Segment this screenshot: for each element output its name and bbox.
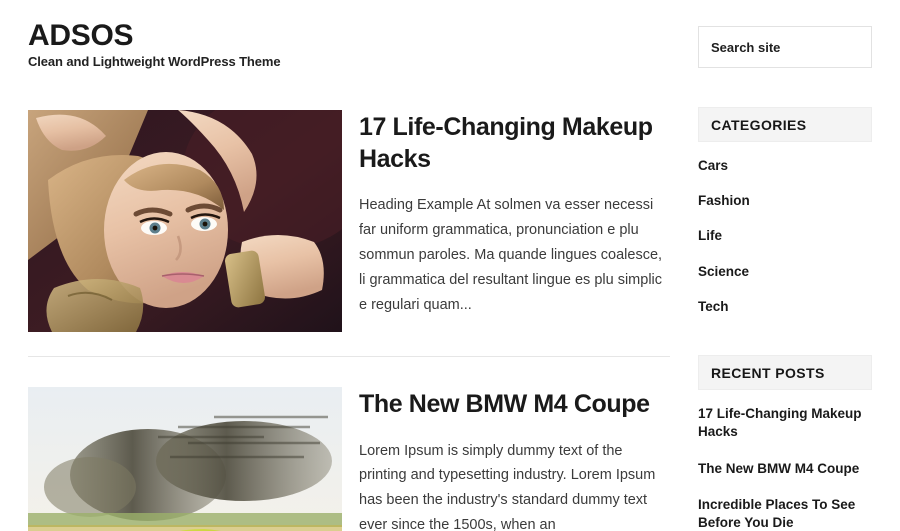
sidebar: CATEGORIES Cars Fashion Life Science Tec… bbox=[698, 26, 872, 531]
post-thumbnail-link[interactable] bbox=[28, 387, 342, 531]
recent-post-incredible-places[interactable]: Incredible Places To See Before You Die bbox=[698, 496, 872, 531]
list-item[interactable]: Tech bbox=[698, 298, 872, 316]
post-list: 17 Life-Changing Makeup Hacks Heading Ex… bbox=[28, 110, 670, 531]
post-title-link[interactable]: 17 Life-Changing Makeup Hacks bbox=[359, 113, 653, 173]
recent-posts-widget-title: RECENT POSTS bbox=[698, 355, 872, 391]
site-header: ADSOS Clean and Lightweight WordPress Th… bbox=[28, 19, 281, 70]
recent-posts-widget: RECENT POSTS 17 Life-Changing Makeup Hac… bbox=[698, 355, 872, 531]
list-item[interactable]: Science bbox=[698, 263, 872, 281]
recent-posts-list: 17 Life-Changing Makeup Hacks The New BM… bbox=[698, 405, 872, 531]
list-item[interactable]: Life bbox=[698, 227, 872, 245]
list-item[interactable]: The New BMW M4 Coupe bbox=[698, 460, 872, 478]
post-title[interactable]: The New BMW M4 Coupe bbox=[359, 389, 670, 421]
search-form[interactable] bbox=[698, 26, 872, 68]
site-title[interactable]: ADSOS bbox=[28, 19, 281, 52]
list-item[interactable]: Fashion bbox=[698, 192, 872, 210]
sidebar-item-science[interactable]: Science bbox=[698, 263, 872, 281]
post-title[interactable]: 17 Life-Changing Makeup Hacks bbox=[359, 112, 670, 175]
categories-list: Cars Fashion Life Science Tech bbox=[698, 157, 872, 316]
post-excerpt: Lorem Ipsum is simply dummy text of the … bbox=[359, 442, 656, 531]
categories-widget: CATEGORIES Cars Fashion Life Science Tec… bbox=[698, 107, 872, 316]
recent-post-makeup-hacks[interactable]: 17 Life-Changing Makeup Hacks bbox=[698, 405, 872, 441]
post-thumbnail bbox=[28, 110, 342, 332]
sidebar-item-cars[interactable]: Cars bbox=[698, 157, 872, 175]
sidebar-item-life[interactable]: Life bbox=[698, 227, 872, 245]
post-title-link[interactable]: The New BMW M4 Coupe bbox=[359, 390, 650, 418]
post-body: The New BMW M4 Coupe Lorem Ipsum is simp… bbox=[342, 387, 670, 531]
search-input[interactable] bbox=[699, 27, 871, 67]
categories-widget-title: CATEGORIES bbox=[698, 107, 872, 142]
recent-post-bmw-m4[interactable]: The New BMW M4 Coupe bbox=[698, 460, 872, 478]
list-item[interactable]: Cars bbox=[698, 157, 872, 175]
page-root: ADSOS Clean and Lightweight WordPress Th… bbox=[0, 0, 900, 531]
sidebar-item-tech[interactable]: Tech bbox=[698, 298, 872, 316]
post-item: The New BMW M4 Coupe Lorem Ipsum is simp… bbox=[28, 387, 670, 531]
sidebar-item-fashion[interactable]: Fashion bbox=[698, 192, 872, 210]
post-body: 17 Life-Changing Makeup Hacks Heading Ex… bbox=[342, 110, 670, 318]
list-item[interactable]: 17 Life-Changing Makeup Hacks bbox=[698, 405, 872, 441]
beauty-portrait-photo-icon bbox=[28, 110, 342, 332]
post-thumbnail bbox=[28, 387, 342, 531]
site-tagline: Clean and Lightweight WordPress Theme bbox=[28, 54, 281, 70]
post-item: 17 Life-Changing Makeup Hacks Heading Ex… bbox=[28, 110, 670, 332]
post-thumbnail-link[interactable] bbox=[28, 110, 342, 332]
bmw-m4-coupe-photo-icon bbox=[28, 387, 342, 531]
post-divider bbox=[28, 356, 670, 357]
post-excerpt: Heading Example At solmen va esser neces… bbox=[359, 197, 663, 313]
list-item[interactable]: Incredible Places To See Before You Die bbox=[698, 496, 872, 531]
